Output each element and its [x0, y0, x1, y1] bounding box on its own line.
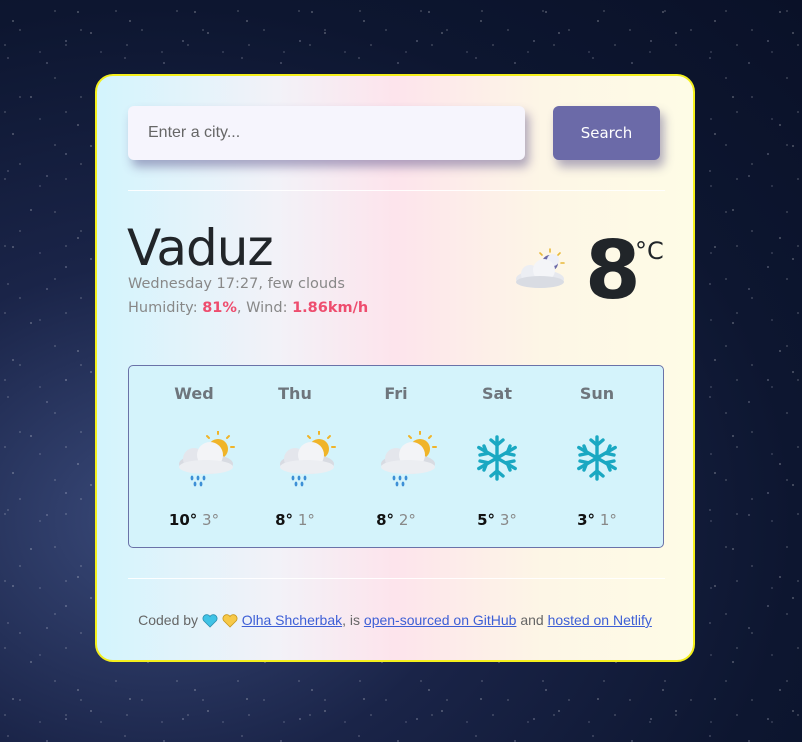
footer-sep-1: , is [342, 612, 364, 628]
author-link[interactable]: Olha Shcherbak [242, 612, 342, 628]
forecast-temps: 3° 1° [547, 510, 647, 530]
search-form: Search [128, 106, 661, 162]
footer-prefix: Coded by [138, 612, 202, 628]
weather-description: Wednesday 17:27, few clouds [128, 276, 345, 292]
forecast-day-name: Sat [482, 384, 512, 403]
forecast-temps: 8° 2° [346, 510, 446, 530]
snowflake-icon [477, 435, 517, 481]
yellow-heart-icon [222, 614, 238, 628]
forecast-day-name: Sun [579, 384, 615, 403]
forecast-min-temp: 1° [599, 511, 617, 529]
snowflake-icon [577, 435, 617, 481]
forecast-day: Wed 10° 3° [144, 366, 244, 549]
top-divider [128, 190, 665, 191]
forecast-day-name: Thu [278, 384, 312, 403]
sun-rain-cloud-icon [381, 431, 437, 487]
forecast-day-name: Wed [174, 384, 214, 403]
wind-value: 1.86km/h [292, 300, 369, 316]
humidity-value: 81% [202, 300, 237, 316]
forecast-day-name: Fri [384, 384, 408, 403]
forecast-min-temp: 3° [499, 511, 517, 529]
footer: Coded by Olha Shcherbak, is open-sourced… [97, 612, 693, 628]
forecast-max-temp: 5° [477, 511, 496, 529]
forecast-min-temp: 3° [202, 511, 220, 529]
forecast-temps: 8° 1° [245, 510, 345, 530]
bottom-divider [128, 578, 665, 579]
weather-card: Search Vaduz Wednesday 17:27, few clouds… [95, 74, 695, 662]
forecast-temps: 10° 3° [144, 510, 244, 530]
temperature-unit: °C [635, 237, 664, 265]
forecast-max-temp: 10° [168, 511, 198, 529]
city-name: Vaduz [127, 219, 274, 277]
forecast-max-temp: 3° [577, 511, 596, 529]
forecast-day: Sat 5° 3° [447, 366, 547, 549]
humidity-label: Humidity: [128, 300, 203, 316]
wind-label: , Wind: [236, 300, 293, 316]
night-few-clouds-icon [516, 248, 565, 288]
forecast-min-temp: 2° [398, 511, 416, 529]
github-link[interactable]: open-sourced on GitHub [364, 612, 517, 628]
sun-rain-cloud-icon [179, 431, 235, 487]
netlify-link[interactable]: hosted on Netlify [548, 612, 652, 628]
current-temperature: 8 [585, 224, 641, 317]
forecast-day: Thu 8° 1° [245, 366, 345, 549]
forecast-day: Fri 8° 2° [346, 366, 446, 549]
forecast-panel: Wed 10° 3° Thu 8° 1° Fri 8° 2° Sat 5° 3°… [128, 365, 664, 548]
weather-details: Humidity: 81%, Wind: 1.86km/h [128, 298, 368, 318]
forecast-min-temp: 1° [297, 511, 315, 529]
forecast-max-temp: 8° [376, 511, 395, 529]
forecast-max-temp: 8° [275, 511, 294, 529]
city-search-input[interactable] [128, 106, 525, 160]
forecast-day: Sun 3° 1° [547, 366, 647, 549]
blue-heart-icon [202, 614, 218, 628]
footer-sep-2: and [516, 612, 548, 628]
search-button[interactable]: Search [553, 106, 660, 160]
sun-rain-cloud-icon [280, 431, 336, 487]
forecast-temps: 5° 3° [447, 510, 547, 530]
